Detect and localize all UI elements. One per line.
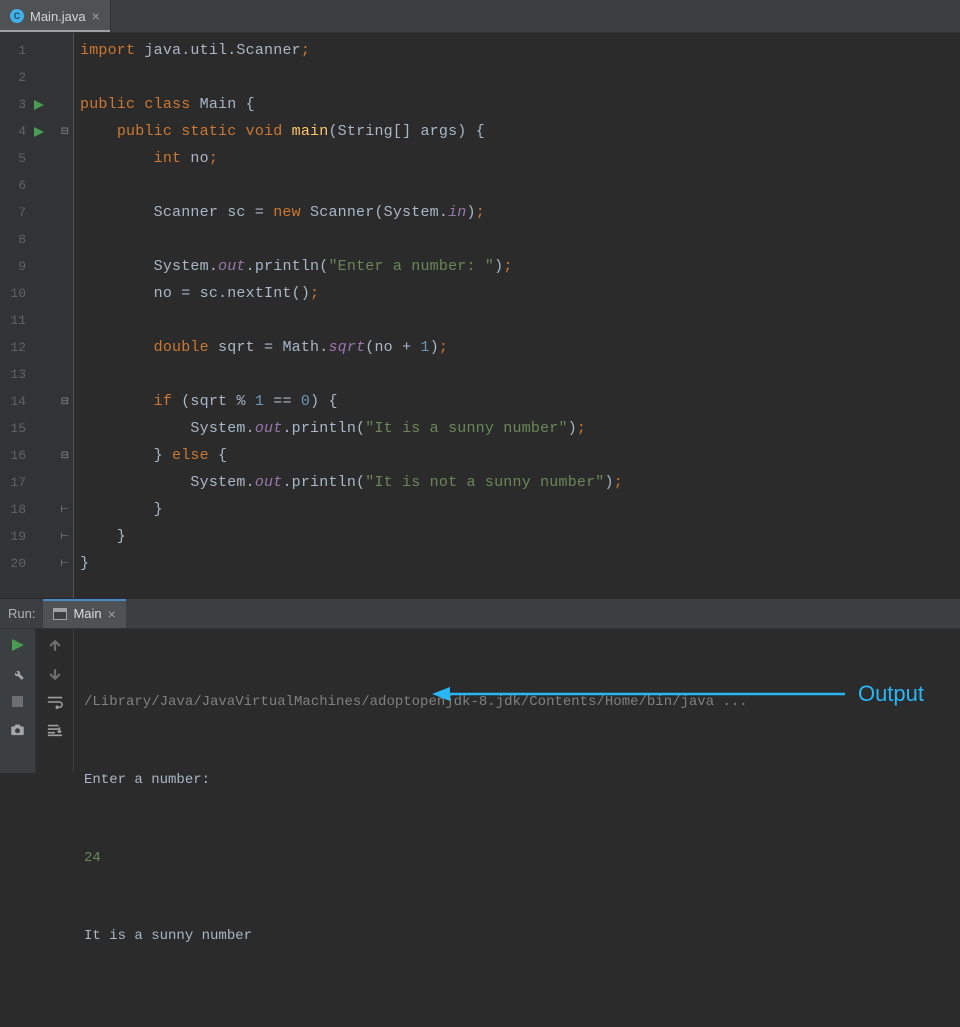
fold-icon[interactable]: ⊟ (61, 126, 69, 138)
gutter-row[interactable]: 5 (0, 145, 73, 172)
editor-tabstrip: C Main.java × (0, 0, 960, 33)
gutter-row[interactable]: 16 ⊟ (0, 442, 73, 469)
run-tab-name: Main (73, 606, 101, 621)
gutter-row[interactable]: 6 (0, 172, 73, 199)
output-annotation: Output (430, 681, 924, 707)
run-left-toolbar (0, 629, 36, 773)
line-number: 7 (4, 205, 26, 220)
gutter-row[interactable]: 12 (0, 334, 73, 361)
line-number: 4 (4, 124, 26, 139)
code-line[interactable]: } (80, 523, 960, 550)
code-line[interactable] (80, 361, 960, 388)
code-line[interactable]: double sqrt = Math.sqrt(no + 1); (80, 334, 960, 361)
gutter-row[interactable]: 17 (0, 469, 73, 496)
code-line[interactable]: Scanner sc = new Scanner(System.in); (80, 199, 960, 226)
gutter-row[interactable]: 15 (0, 415, 73, 442)
line-number: 20 (4, 556, 26, 571)
run-toolwindow: /Library/Java/JavaVirtualMachines/adopto… (0, 628, 960, 773)
rerun-button[interactable] (10, 637, 26, 653)
line-number: 1 (4, 43, 26, 58)
code-line[interactable]: public class Main { (80, 91, 960, 118)
up-arrow-icon[interactable] (46, 637, 64, 655)
run-tab-main[interactable]: Main × (43, 599, 125, 628)
line-number: 10 (4, 286, 26, 301)
gutter-row[interactable]: 11 (0, 307, 73, 334)
gutter-row[interactable]: 3 (0, 91, 73, 118)
code-line[interactable]: no = sc.nextInt(); (80, 280, 960, 307)
code-line[interactable]: System.out.println("It is a sunny number… (80, 415, 960, 442)
line-number: 12 (4, 340, 26, 355)
scroll-to-end-icon[interactable] (46, 721, 64, 739)
console-prompt-line: Enter a number: (84, 767, 950, 793)
line-number: 14 (4, 394, 26, 409)
close-icon[interactable]: × (108, 606, 116, 622)
output-annotation-label: Output (858, 681, 924, 707)
line-number: 16 (4, 448, 26, 463)
close-icon[interactable]: × (92, 8, 100, 24)
code-area[interactable]: import java.util.Scanner; public class M… (74, 33, 960, 598)
down-arrow-icon[interactable] (46, 665, 64, 683)
line-number: 18 (4, 502, 26, 517)
console-result-line: It is a sunny number (84, 923, 950, 949)
gutter-row[interactable]: 1 (0, 37, 73, 64)
gutter-row[interactable]: 18 ⊢ (0, 496, 73, 523)
run-gutter-icon[interactable] (34, 100, 48, 110)
class-file-icon: C (10, 9, 24, 23)
line-number: 15 (4, 421, 26, 436)
code-editor[interactable]: 1234⊟567891011121314⊟1516⊟1718⊢19⊢20⊢ im… (0, 33, 960, 598)
gutter-row[interactable]: 13 (0, 361, 73, 388)
console-output[interactable]: /Library/Java/JavaVirtualMachines/adopto… (74, 629, 960, 773)
code-line[interactable]: int no; (80, 145, 960, 172)
gutter-row[interactable]: 10 (0, 280, 73, 307)
console-user-input: 24 (84, 845, 950, 871)
fold-icon[interactable]: ⊟ (61, 396, 69, 408)
code-line[interactable]: } else { (80, 442, 960, 469)
gutter-row[interactable]: 2 (0, 64, 73, 91)
code-line[interactable] (80, 307, 960, 334)
code-line[interactable]: } (80, 550, 960, 577)
line-number: 8 (4, 232, 26, 247)
gutter-row[interactable]: 4⊟ (0, 118, 73, 145)
line-number: 2 (4, 70, 26, 85)
soft-wrap-icon[interactable] (46, 693, 64, 711)
camera-icon[interactable] (10, 721, 26, 737)
gutter-row[interactable]: 14 ⊟ (0, 388, 73, 415)
line-number: 9 (4, 259, 26, 274)
run-label: Run: (0, 599, 43, 628)
code-line[interactable]: if (sqrt % 1 == 0) { (80, 388, 960, 415)
run-mid-toolbar (36, 629, 74, 773)
gutter-row[interactable]: 19 ⊢ (0, 523, 73, 550)
code-line[interactable] (80, 64, 960, 91)
code-line[interactable] (80, 226, 960, 253)
gutter-row[interactable]: 9 (0, 253, 73, 280)
code-line[interactable] (80, 172, 960, 199)
line-number: 17 (4, 475, 26, 490)
code-line[interactable]: } (80, 496, 960, 523)
code-line[interactable]: public static void main(String[] args) { (80, 118, 960, 145)
code-line[interactable]: System.out.println("It is not a sunny nu… (80, 469, 960, 496)
wrench-icon[interactable] (10, 665, 26, 681)
line-number: 19 (4, 529, 26, 544)
console-icon (53, 608, 67, 620)
fold-icon[interactable]: ⊟ (61, 450, 69, 462)
run-gutter-icon[interactable] (34, 127, 48, 137)
line-number: 6 (4, 178, 26, 193)
line-number: 3 (4, 97, 26, 112)
gutter-row[interactable]: 7 (0, 199, 73, 226)
tab-main-java[interactable]: C Main.java × (0, 0, 111, 32)
line-number: 13 (4, 367, 26, 382)
stop-button[interactable] (10, 693, 26, 709)
run-toolwindow-tabstrip: Run: Main × (0, 598, 960, 628)
fold-icon[interactable]: ⊢ (60, 504, 69, 516)
tab-filename: Main.java (30, 9, 86, 24)
code-line[interactable]: System.out.println("Enter a number: "); (80, 253, 960, 280)
gutter-row[interactable]: 20 ⊢ (0, 550, 73, 577)
line-number: 11 (4, 313, 26, 328)
editor-gutter: 1234⊟567891011121314⊟1516⊟1718⊢19⊢20⊢ (0, 33, 74, 598)
code-line[interactable]: import java.util.Scanner; (80, 37, 960, 64)
gutter-row[interactable]: 8 (0, 226, 73, 253)
fold-icon[interactable]: ⊢ (60, 558, 69, 570)
line-number: 5 (4, 151, 26, 166)
fold-icon[interactable]: ⊢ (60, 531, 69, 543)
